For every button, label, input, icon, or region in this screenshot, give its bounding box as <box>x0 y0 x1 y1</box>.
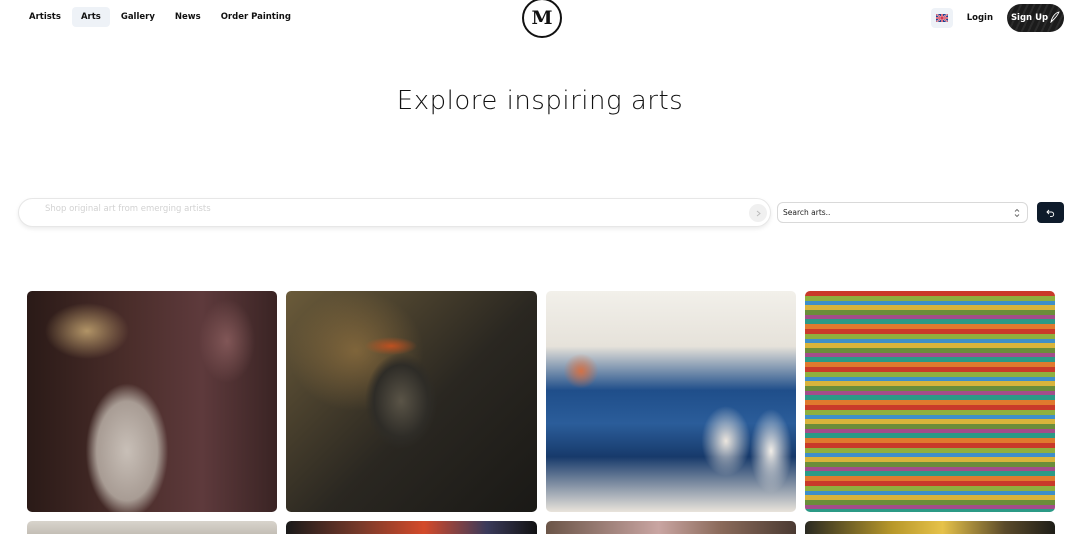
reset-filter-button[interactable] <box>1037 202 1064 223</box>
header-actions: Login Sign Up <box>930 4 1064 32</box>
artwork-card[interactable] <box>286 291 537 512</box>
artwork-card[interactable] <box>27 291 277 512</box>
search-bar <box>18 198 771 227</box>
login-link[interactable]: Login <box>963 13 997 23</box>
arrow-right-icon <box>756 210 761 216</box>
search-submit-button[interactable] <box>749 204 767 222</box>
nav-item-news[interactable]: News <box>166 7 210 27</box>
nav-item-gallery[interactable]: Gallery <box>112 7 164 27</box>
artwork-card[interactable] <box>546 291 796 512</box>
artwork-card[interactable] <box>27 521 277 534</box>
artwork-card[interactable] <box>805 521 1055 534</box>
logo-letter: M <box>531 7 553 29</box>
language-button[interactable] <box>930 8 953 28</box>
nav-item-artists[interactable]: Artists <box>20 7 70 27</box>
page-title: Explore inspiring arts <box>396 86 684 116</box>
arts-filter-select[interactable]: Search arts.. <box>777 202 1028 223</box>
artwork-card[interactable] <box>286 521 537 534</box>
signup-button[interactable]: Sign Up <box>1007 4 1064 32</box>
artwork-card[interactable] <box>805 291 1055 512</box>
feather-icon <box>1050 10 1060 26</box>
main-nav: Artists Arts Gallery News Order Painting <box>20 7 300 27</box>
signup-label: Sign Up <box>1010 13 1049 23</box>
nav-item-arts[interactable]: Arts <box>71 7 110 27</box>
search-input[interactable] <box>45 201 735 217</box>
artwork-card[interactable] <box>546 521 796 534</box>
sort-arrows-icon <box>1014 208 1020 218</box>
site-logo[interactable]: M <box>522 0 562 38</box>
arts-filter-value: Search arts.. <box>783 208 831 217</box>
undo-icon <box>1046 209 1055 217</box>
uk-flag-icon <box>935 14 948 22</box>
nav-item-order-painting[interactable]: Order Painting <box>212 7 300 27</box>
top-header: Artists Arts Gallery News Order Painting… <box>0 0 1080 38</box>
